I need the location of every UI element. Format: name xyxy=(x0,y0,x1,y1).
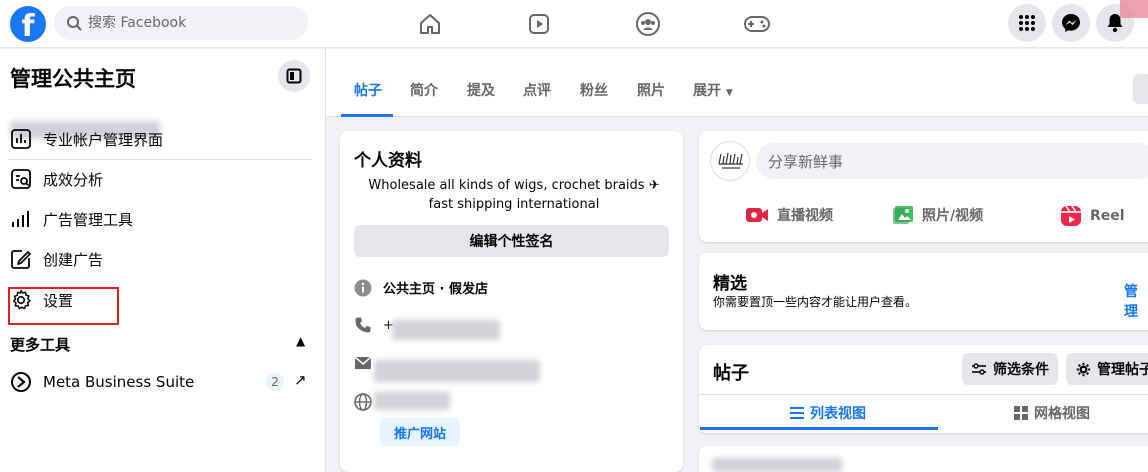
home-icon xyxy=(420,14,440,34)
tab-more-label: 展开 xyxy=(693,83,721,99)
sidebar-item-create-ad[interactable]: 创建广告 xyxy=(8,242,308,276)
posts-title: 帖子 xyxy=(713,363,749,384)
reel-button[interactable]: Reel xyxy=(1060,205,1125,227)
tabs-more-button[interactable] xyxy=(1133,74,1148,104)
ads-manager-icon xyxy=(8,206,34,232)
info-icon xyxy=(354,279,372,297)
post-author-redacted xyxy=(712,458,842,472)
page-category: 公共主页 · 假发店 xyxy=(383,282,488,297)
tab-photos[interactable]: 照片 xyxy=(637,80,665,100)
search-input[interactable] xyxy=(88,15,288,31)
phone-number-redacted xyxy=(392,320,500,340)
create-ad-icon xyxy=(8,246,34,272)
tab-mentions[interactable]: 提及 xyxy=(467,80,495,100)
active-tab-indicator xyxy=(341,114,393,117)
dashboard-icon xyxy=(8,126,34,152)
edit-bio-button[interactable]: 编辑个性签名 xyxy=(354,225,669,257)
featured-card xyxy=(699,253,1148,330)
whats-on-your-mind-input[interactable]: 分享新鲜事 xyxy=(756,143,1148,179)
tab-reviews[interactable]: 点评 xyxy=(523,80,551,100)
grid-view-tab[interactable]: 网格视图 xyxy=(1014,403,1090,423)
filters-label: 筛选条件 xyxy=(993,362,1049,378)
reel-label: Reel xyxy=(1090,208,1125,224)
manage-posts-label: 管理帖子 xyxy=(1097,362,1148,378)
sidebar-item-ads-manager[interactable]: 广告管理工具 xyxy=(8,202,308,236)
gaming-icon xyxy=(744,16,770,32)
promote-website-button[interactable]: 推广网站 xyxy=(380,418,460,446)
search-icon xyxy=(67,16,82,31)
messenger-button[interactable] xyxy=(1052,4,1090,42)
messenger-icon xyxy=(1062,14,1080,32)
collapse-sidebar-button[interactable] xyxy=(278,60,310,92)
sidebar-title: 管理公共主页 xyxy=(10,67,136,91)
reel-icon xyxy=(1060,205,1082,227)
tab-followers[interactable]: 粉丝 xyxy=(580,80,608,100)
website-redacted xyxy=(374,392,450,410)
live-video-label: 直播视频 xyxy=(777,208,833,224)
sidebar-item-meta-business-suite[interactable]: Meta Business Suite xyxy=(8,365,308,399)
list-icon xyxy=(790,407,804,419)
sidebar-panel-icon xyxy=(286,68,302,84)
gear-icon xyxy=(1076,362,1091,377)
page-avatar[interactable] xyxy=(710,141,750,181)
page-tabs-bar xyxy=(326,49,1148,117)
nav-gaming[interactable] xyxy=(737,8,777,40)
photo-video-icon xyxy=(892,205,914,225)
meta-business-suite-icon xyxy=(8,369,34,395)
featured-description: 你需要置顶一些内容才能让用户查看。 xyxy=(713,295,918,309)
insights-icon xyxy=(8,166,34,192)
photo-video-label: 照片/视频 xyxy=(922,208,984,224)
sidebar-item-label: 成效分析 xyxy=(43,170,104,189)
live-video-button[interactable]: 直播视频 xyxy=(745,205,833,225)
list-view-tab[interactable]: 列表视图 xyxy=(790,403,866,423)
manage-featured-link[interactable]: 管理 xyxy=(1124,281,1148,321)
video-icon xyxy=(529,14,549,34)
page-category-row: 公共主页 · 假发店 xyxy=(354,278,488,297)
filters-button[interactable]: 筛选条件 xyxy=(962,353,1058,385)
caret-down-icon: ▼ xyxy=(725,88,733,98)
sidebar-item-label: 创建广告 xyxy=(43,250,104,269)
external-link-icon: ↗ xyxy=(294,371,307,389)
groups-icon xyxy=(636,12,660,36)
sidebar-item-label: 广告管理工具 xyxy=(43,210,134,229)
tab-posts[interactable]: 帖子 xyxy=(354,80,382,100)
sidebar-item-label: 专业帐户管理界面 xyxy=(43,130,164,149)
profile-card-title: 个人资料 xyxy=(354,151,422,171)
notification-badge-corner xyxy=(1120,0,1148,18)
nav-groups[interactable] xyxy=(628,8,668,40)
chevron-up-icon[interactable]: ▲ xyxy=(296,334,305,348)
notification-count-badge: 2 xyxy=(266,373,284,391)
tab-about[interactable]: 简介 xyxy=(410,80,438,100)
posts-divider xyxy=(699,394,1148,395)
active-view-indicator xyxy=(700,427,938,430)
facebook-logo[interactable]: f xyxy=(10,6,46,42)
phone-row: + xyxy=(354,316,394,334)
sidebar-item-professional-dashboard[interactable]: 专业帐户管理界面 xyxy=(8,122,308,156)
sidebar-divider xyxy=(8,159,312,160)
sidebar-item-insights[interactable]: 成效分析 xyxy=(8,162,308,196)
grid-view-label: 网格视图 xyxy=(1034,406,1090,422)
email-redacted xyxy=(374,360,540,382)
email-icon xyxy=(354,354,372,372)
menu-grid-icon xyxy=(1019,15,1035,31)
sidebar-item-label: Meta Business Suite xyxy=(43,373,195,391)
settings-highlight-box xyxy=(8,287,119,325)
featured-title: 精选 xyxy=(713,274,747,294)
phone-icon xyxy=(354,316,372,334)
live-video-icon xyxy=(745,206,769,224)
nav-video[interactable] xyxy=(519,8,559,40)
photo-video-button[interactable]: 照片/视频 xyxy=(892,205,983,225)
filter-sliders-icon xyxy=(971,362,987,376)
manage-posts-button[interactable]: 管理帖子 xyxy=(1066,353,1148,385)
tab-more[interactable]: 展开 ▼ xyxy=(693,80,733,100)
nav-home[interactable] xyxy=(410,8,450,40)
menu-button[interactable] xyxy=(1008,4,1046,42)
list-view-label: 列表视图 xyxy=(810,406,866,422)
search-box[interactable] xyxy=(54,6,308,40)
more-tools-heading: 更多工具 xyxy=(10,336,71,354)
top-navigation-bar: f xyxy=(0,0,1148,48)
globe-icon xyxy=(354,393,372,411)
grid-icon xyxy=(1014,406,1028,420)
profile-bio: Wholesale all kinds of wigs, crochet bra… xyxy=(368,178,660,212)
